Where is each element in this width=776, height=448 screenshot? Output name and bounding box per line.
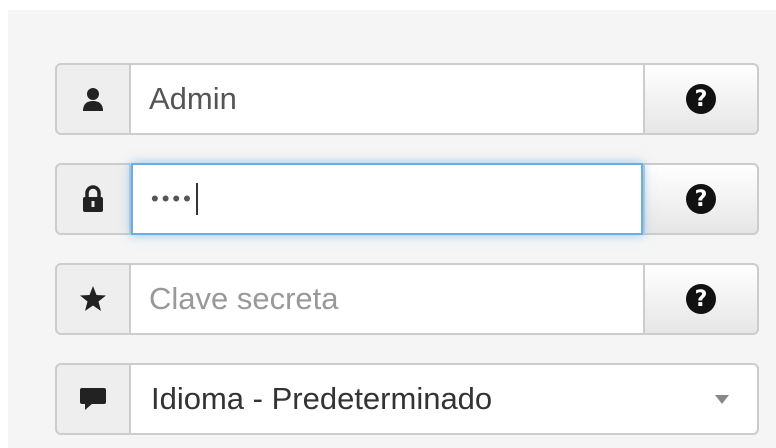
user-icon — [55, 63, 131, 135]
password-row: •••• ? — [55, 163, 759, 235]
question-circle-icon: ? — [686, 184, 716, 214]
language-row: Idioma - Predeterminado — [55, 363, 759, 435]
secret-key-row: Clave secreta ? — [55, 263, 759, 335]
text-caret — [195, 183, 198, 215]
chevron-down-icon — [715, 394, 729, 404]
question-circle-icon: ? — [686, 284, 716, 314]
question-circle-icon: ? — [686, 84, 716, 114]
password-mask: •••• — [151, 186, 194, 211]
password-input[interactable]: •••• — [131, 163, 643, 235]
lock-icon — [55, 163, 131, 235]
username-input[interactable]: Admin — [131, 63, 643, 135]
secret-key-help-button[interactable]: ? — [643, 263, 759, 335]
username-help-button[interactable]: ? — [643, 63, 759, 135]
password-help-button[interactable]: ? — [643, 163, 759, 235]
comment-icon — [55, 363, 131, 435]
secret-key-input[interactable]: Clave secreta — [131, 263, 643, 335]
star-icon — [55, 263, 131, 335]
username-row: Admin ? — [55, 63, 759, 135]
language-select[interactable]: Idioma - Predeterminado — [131, 363, 759, 435]
language-selected-value: Idioma - Predeterminado — [151, 381, 493, 416]
